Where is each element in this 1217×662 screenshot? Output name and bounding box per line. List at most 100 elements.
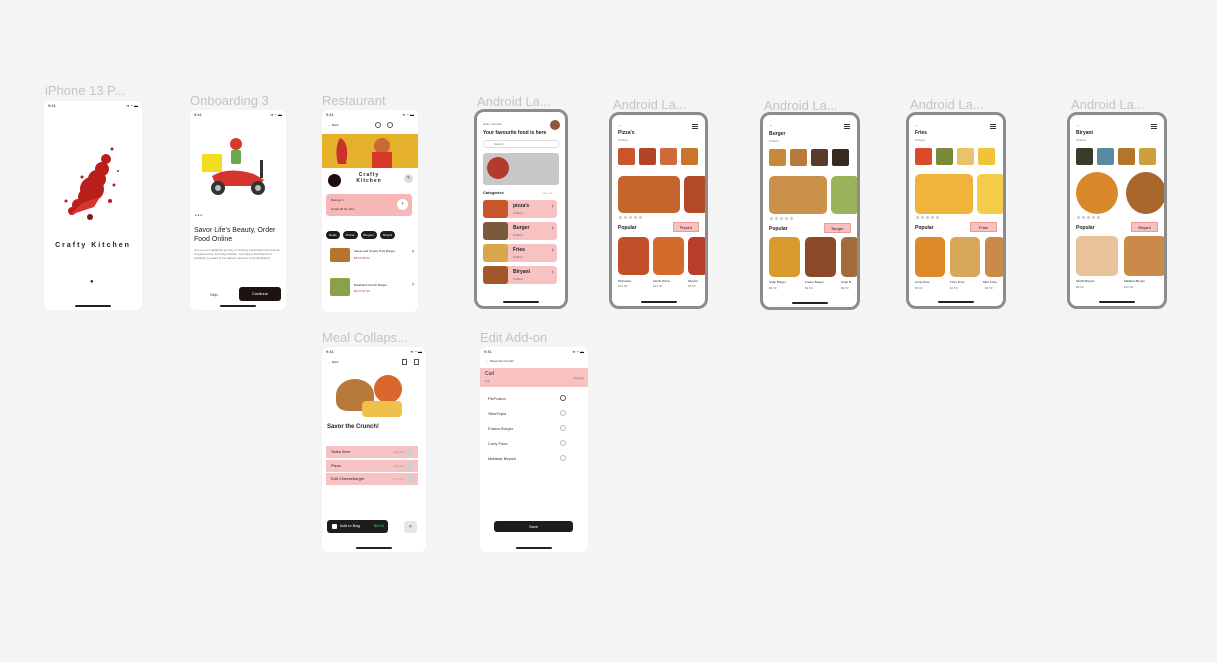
search-input[interactable]: Search: [483, 140, 559, 148]
back-arrow-icon[interactable]: ←: [618, 122, 622, 127]
save-button[interactable]: Save: [494, 521, 573, 532]
category-fries[interactable]: Fries 5 Menu ›: [483, 244, 557, 262]
featured-food-image[interactable]: [618, 176, 680, 213]
popular-item-image[interactable]: [985, 237, 1003, 277]
search-icon[interactable]: [375, 122, 381, 128]
popular-item-image[interactable]: [769, 237, 800, 277]
category-filter[interactable]: Fries: [970, 222, 997, 232]
menu-icon[interactable]: [1151, 124, 1157, 129]
thumbnail[interactable]: [769, 149, 786, 166]
featured-food-image-next[interactable]: [831, 176, 857, 214]
frame-title-android-biryani[interactable]: Android La...: [1071, 97, 1161, 112]
info-card[interactable]: Ratings 4 Outlet 28 km 2Km ›: [326, 194, 412, 216]
radio-button[interactable]: [560, 410, 566, 416]
addon-option[interactable]: SliceTopia: [488, 411, 506, 416]
popular-item-image[interactable]: [653, 237, 684, 275]
frame-title-addon[interactable]: Edit Add-on: [480, 330, 547, 345]
back-arrow-icon[interactable]: ←: [769, 122, 773, 127]
category-filter[interactable]: Pizza's: [673, 222, 699, 232]
popular-item-image[interactable]: [950, 237, 980, 277]
thumbnail[interactable]: [957, 148, 974, 165]
category-filter[interactable]: Burger: [824, 223, 851, 233]
radio-selected[interactable]: [560, 395, 566, 401]
chip-deals[interactable]: Deals: [326, 231, 340, 239]
menu-item[interactable]: Sweet and Smoky Pork Burger $8.00 $6.50 …: [326, 246, 414, 264]
featured-food-image-next[interactable]: [1126, 172, 1164, 214]
thumbnail[interactable]: [1118, 148, 1135, 165]
featured-food-image[interactable]: [915, 174, 973, 214]
addon-option[interactable]: PieFusion: [488, 396, 506, 401]
popular-item-image[interactable]: [1076, 236, 1118, 276]
thumbnail[interactable]: [1139, 148, 1156, 165]
radio-button[interactable]: [560, 455, 566, 461]
back-arrow-icon[interactable]: ←: [915, 122, 919, 127]
thumbnail[interactable]: [1076, 148, 1093, 165]
thumbnail[interactable]: [618, 148, 635, 165]
frame-title-android-home[interactable]: Android La...: [477, 94, 567, 109]
skip-button[interactable]: Skip: [210, 292, 218, 297]
share-icon[interactable]: [387, 122, 393, 128]
favorite-icon[interactable]: ♥: [404, 174, 413, 183]
thumbnail[interactable]: [811, 149, 828, 166]
promo-banner[interactable]: [483, 153, 559, 185]
addon-option[interactable]: Malabar Biryani: [488, 456, 516, 461]
avatar[interactable]: [550, 120, 560, 130]
thumbnail[interactable]: [832, 149, 849, 166]
frame-title-android-burger[interactable]: Android La...: [764, 98, 854, 113]
chip-biryani[interactable]: Biryani: [380, 231, 396, 239]
add-to-bag-button[interactable]: Add to Bag $5.00: [327, 520, 388, 533]
thumbnail[interactable]: [681, 148, 698, 165]
chip-pizzas[interactable]: Pizzas: [342, 231, 358, 239]
meal-option-row[interactable]: Pizza Regular: [326, 460, 418, 472]
frame-title-android-fries[interactable]: Android La...: [910, 97, 1000, 112]
popular-item-image[interactable]: [805, 237, 836, 277]
frame-title-onboarding[interactable]: Onboarding 3: [190, 93, 269, 108]
category-biryani[interactable]: Biryani 5 Menu ›: [483, 266, 557, 284]
chevron-right-icon[interactable]: ›: [412, 282, 414, 288]
addon-option[interactable]: Curly Fries: [488, 441, 507, 446]
menu-icon[interactable]: [844, 124, 850, 129]
featured-food-image-next[interactable]: [684, 176, 705, 213]
featured-food-image[interactable]: [769, 176, 827, 214]
category-burger[interactable]: Burger 5 Menu ›: [483, 222, 557, 240]
thumbnail[interactable]: [936, 148, 953, 165]
back-button[interactable]: ← Savor the Crunch!: [486, 359, 514, 363]
popular-item-image[interactable]: [915, 237, 945, 277]
addon-option[interactable]: Fusion Burger: [488, 426, 513, 431]
frame-title-android-pizza[interactable]: Android La...: [613, 97, 703, 112]
back-button[interactable]: ← Back: [328, 123, 339, 127]
favorite-icon[interactable]: ♥: [404, 521, 417, 533]
thumbnail[interactable]: [1097, 148, 1114, 165]
popular-item-image[interactable]: [688, 237, 705, 275]
thumbnail[interactable]: [660, 148, 677, 165]
delete-icon[interactable]: [414, 359, 419, 365]
popular-item-image[interactable]: [618, 237, 649, 275]
continue-button[interactable]: Continue: [239, 287, 281, 301]
chip-burgers[interactable]: Burgers: [360, 231, 378, 239]
featured-food-image-next[interactable]: [977, 174, 1003, 214]
thumbnail[interactable]: [915, 148, 932, 165]
thumbnail[interactable]: [978, 148, 995, 165]
thumbnail[interactable]: [639, 148, 656, 165]
thumbnail[interactable]: [790, 149, 807, 166]
category-pizzas[interactable]: pizza's 9 Menu ›: [483, 200, 557, 218]
frame-title-iphone[interactable]: iPhone 13 P...: [45, 83, 141, 98]
category-filter[interactable]: Biryani: [1131, 222, 1158, 232]
menu-icon[interactable]: [990, 124, 996, 129]
meal-option-row[interactable]: Sides Item Regular: [326, 446, 418, 458]
featured-food-image[interactable]: [1076, 172, 1118, 214]
meal-option-row[interactable]: Edit Cheeseburger Medium: [326, 473, 418, 485]
back-arrow-icon[interactable]: ←: [1076, 122, 1080, 127]
bookmark-icon[interactable]: [402, 359, 407, 365]
popular-item-image[interactable]: [841, 237, 857, 277]
see-all-link[interactable]: See All: [543, 191, 552, 195]
frame-title-restaurant[interactable]: Restaurant: [322, 93, 386, 108]
menu-icon[interactable]: [692, 124, 698, 129]
radio-button[interactable]: [560, 425, 566, 431]
radio-button[interactable]: [560, 440, 566, 446]
menu-item[interactable]: Breakfast Crunch Burger $9.00 $7.50 ›: [326, 278, 414, 298]
frame-title-meal[interactable]: Meal Collaps...: [322, 330, 418, 345]
chevron-right-icon[interactable]: ›: [412, 249, 414, 255]
chevron-right-icon[interactable]: ›: [397, 199, 408, 210]
popular-item-image[interactable]: [1124, 236, 1164, 276]
